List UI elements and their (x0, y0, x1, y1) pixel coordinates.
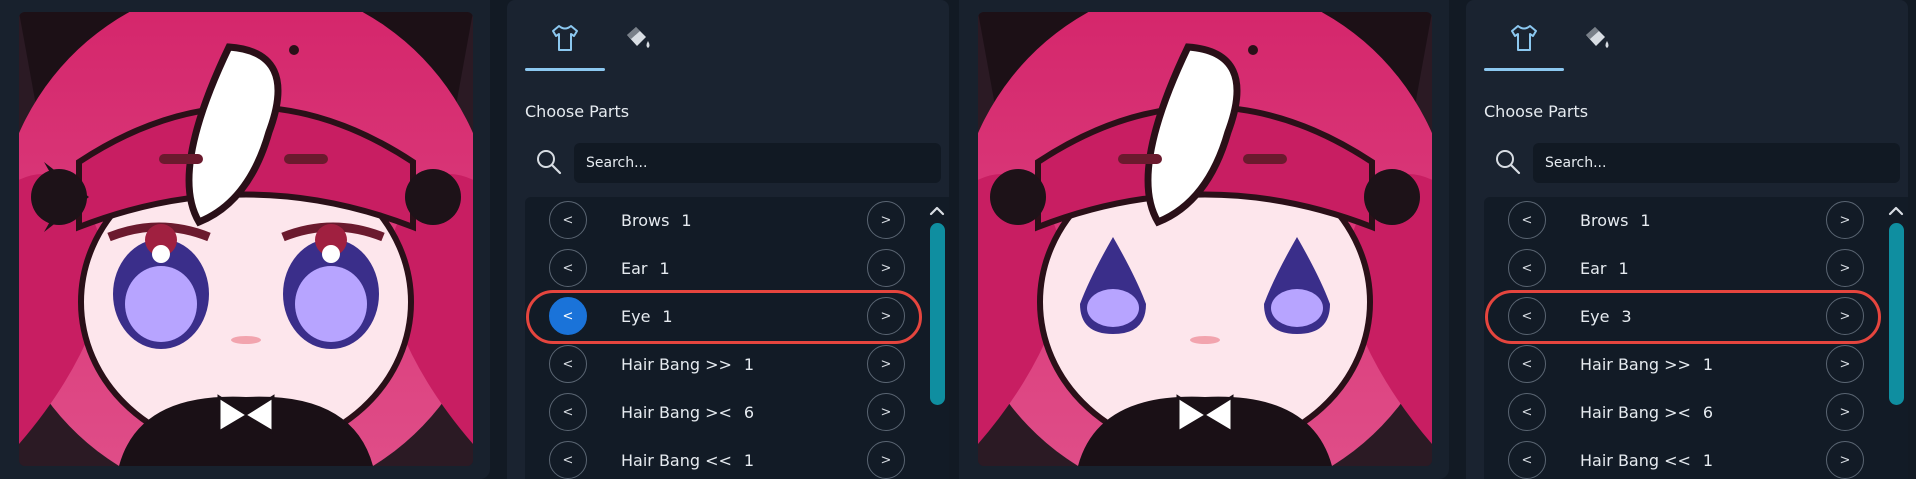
tab-paint[interactable] (1569, 18, 1625, 72)
parts-list: < Brows 1 > < Ear 1 > < Eye 3 > < Hair Bang… (1484, 197, 1908, 479)
avatar-preview-card (0, 0, 490, 479)
previous-button[interactable]: < (549, 345, 587, 383)
previous-button[interactable]: < (1508, 345, 1546, 383)
previous-button[interactable]: < (1508, 441, 1546, 479)
part-label: Hair Bang >< 6 (1580, 403, 1713, 422)
shirt-icon (552, 25, 578, 51)
search-field (1533, 143, 1900, 183)
list-item: < Ear 1 > (525, 245, 925, 293)
part-name: Hair Bang << (621, 451, 732, 470)
parts-panel: Choose Parts < Brows1 > < Ear1 > < Eye1 … (507, 0, 949, 479)
part-value: 6 (1702, 403, 1714, 422)
next-button[interactable]: > (867, 441, 905, 479)
previous-button[interactable]: < (549, 249, 587, 287)
part-label: Brows 1 (1580, 211, 1651, 230)
tab-paint[interactable] (610, 18, 666, 72)
list-item: < Ear 1 > (1484, 245, 1884, 293)
part-value: 1 (743, 355, 755, 374)
editor-view-after: Choose Parts < Brows1 > < Ear1 > < Eye3 … (959, 0, 1916, 479)
part-value: 1 (1618, 259, 1629, 278)
section-title: Choose Parts (525, 102, 630, 121)
section-title: Choose Parts (1484, 102, 1589, 121)
tab-clothing[interactable] (1484, 18, 1564, 72)
previous-button[interactable]: < (549, 201, 587, 239)
tab-clothing[interactable] (525, 18, 605, 72)
part-label: Hair Bang >> 1 (1580, 355, 1713, 374)
part-name: Hair Bang >> (621, 355, 732, 374)
avatar-preview (19, 12, 473, 466)
avatar-image (19, 12, 473, 466)
chevron-up-icon[interactable] (1886, 204, 1906, 218)
tab-selected-indicator (1484, 68, 1564, 71)
next-button[interactable]: > (1826, 393, 1864, 431)
search-icon (1496, 150, 1521, 175)
part-label: Hair Bang >> 1 (621, 355, 754, 374)
scrollbar-thumb[interactable] (1889, 223, 1904, 405)
part-label: Brows 1 (621, 211, 692, 230)
previous-button[interactable]: < (1508, 201, 1546, 239)
list-item: < Hair Bang << 1 > (525, 437, 925, 479)
part-name: Ear (621, 259, 648, 278)
part-name: Brows (621, 211, 670, 230)
parts-list: < Brows 1 > < Ear 1 > < Eye 1 > < Hair Bang… (525, 197, 949, 479)
next-button[interactable]: > (867, 393, 905, 431)
next-button[interactable]: > (867, 201, 905, 239)
previous-button[interactable]: < (1508, 249, 1546, 287)
avatar-preview (978, 12, 1432, 466)
part-name: Hair Bang >< (621, 403, 732, 422)
part-name: Hair Bang >> (1580, 355, 1691, 374)
previous-button[interactable]: < (1508, 393, 1546, 431)
part-value: 1 (1640, 211, 1651, 230)
search-input[interactable] (1533, 143, 1900, 183)
part-value: 1 (743, 451, 755, 470)
previous-button[interactable]: < (549, 393, 587, 431)
part-label: Hair Bang >< 6 (621, 403, 754, 422)
part-label: Ear 1 (1580, 259, 1629, 278)
previous-button[interactable]: < (549, 441, 587, 479)
highlight-ring (1485, 290, 1881, 344)
part-value: 6 (743, 403, 755, 422)
part-label: Hair Bang << 1 (621, 451, 754, 470)
part-value: 1 (1702, 451, 1714, 470)
avatar-image (978, 12, 1432, 466)
tab-selected-indicator (525, 68, 605, 71)
chevron-up-icon[interactable] (927, 204, 947, 218)
part-value: 1 (659, 259, 670, 278)
search-icon (537, 150, 562, 175)
list-item: < Hair Bang >> 1 > (1484, 341, 1884, 389)
part-value: 1 (681, 211, 692, 230)
next-button[interactable]: > (1826, 201, 1864, 239)
avatar-preview-card (959, 0, 1449, 479)
next-button[interactable]: > (867, 345, 905, 383)
editor-view-before: Choose Parts < Brows1 > < Ear1 > < Eye1 … (0, 0, 958, 479)
list-item: < Hair Bang >< 6 > (1484, 389, 1884, 437)
scrollbar-thumb[interactable] (930, 223, 945, 405)
next-button[interactable]: > (867, 249, 905, 287)
list-item: < Hair Bang << 1 > (1484, 437, 1884, 479)
list-item: < Hair Bang >< 6 > (525, 389, 925, 437)
part-name: Hair Bang >< (1580, 403, 1691, 422)
shirt-icon (1511, 25, 1537, 51)
part-label: Hair Bang << 1 (1580, 451, 1713, 470)
list-item: < Brows 1 > (1484, 197, 1884, 245)
list-item: < Hair Bang >> 1 > (525, 341, 925, 389)
paint-bucket-icon (627, 27, 650, 48)
part-name: Hair Bang << (1580, 451, 1691, 470)
next-button[interactable]: > (1826, 441, 1864, 479)
search-field (574, 143, 941, 183)
next-button[interactable]: > (1826, 249, 1864, 287)
part-name: Brows (1580, 211, 1629, 230)
search-input[interactable] (574, 143, 941, 183)
part-label: Ear 1 (621, 259, 670, 278)
paint-bucket-icon (1586, 27, 1609, 48)
highlight-ring (526, 290, 922, 344)
part-name: Ear (1580, 259, 1607, 278)
next-button[interactable]: > (1826, 345, 1864, 383)
list-item: < Brows 1 > (525, 197, 925, 245)
parts-panel: Choose Parts < Brows1 > < Ear1 > < Eye3 … (1466, 0, 1908, 479)
part-value: 1 (1702, 355, 1714, 374)
